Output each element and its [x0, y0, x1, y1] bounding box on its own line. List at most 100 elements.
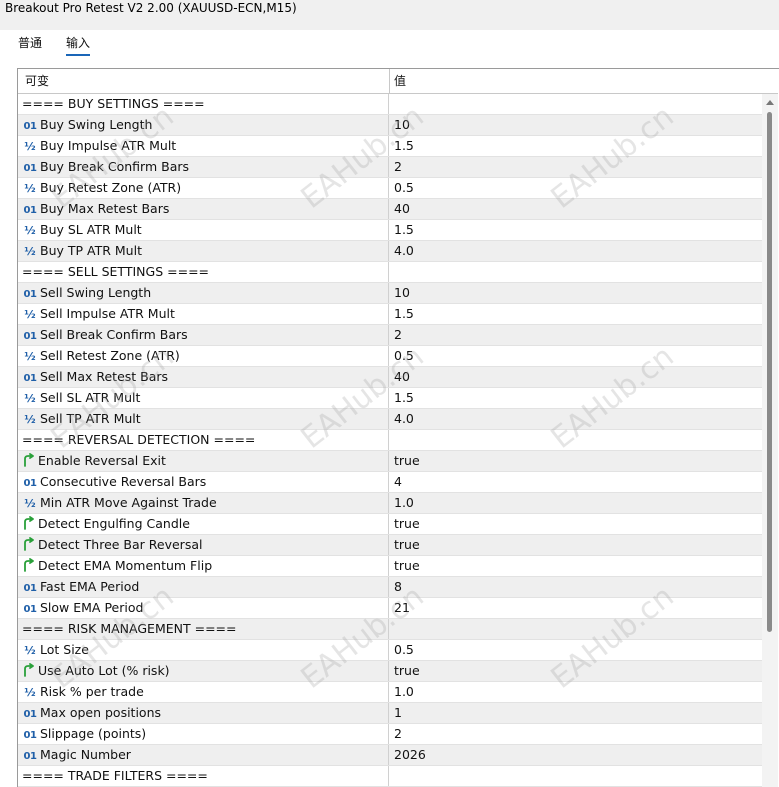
scrollbar-thumb[interactable]: [767, 112, 772, 632]
tab-inputs[interactable]: 输入: [66, 34, 91, 56]
param-value-cell[interactable]: true: [390, 451, 762, 471]
param-value-cell[interactable]: 1.5: [390, 220, 762, 240]
param-value-cell[interactable]: 2: [390, 724, 762, 744]
table-row[interactable]: ½ Sell Impulse ATR Mult 1.5: [18, 304, 762, 325]
section-row[interactable]: ==== TRADE FILTERS ====: [18, 766, 762, 787]
table-row[interactable]: Use Auto Lot (% risk) true: [18, 661, 762, 682]
table-row[interactable]: Detect Engulfing Candle true: [18, 514, 762, 535]
table-row[interactable]: ½ Buy Retest Zone (ATR) 0.5: [18, 178, 762, 199]
param-value-cell[interactable]: true: [390, 556, 762, 576]
column-header-value[interactable]: 值: [394, 69, 406, 93]
table-row[interactable]: Detect Three Bar Reversal true: [18, 535, 762, 556]
param-name-cell: ½ Sell SL ATR Mult: [18, 388, 389, 408]
table-row[interactable]: 01 Sell Max Retest Bars 40: [18, 367, 762, 388]
param-value-cell[interactable]: true: [390, 661, 762, 681]
param-value-cell[interactable]: 4.0: [390, 241, 762, 261]
param-value-cell[interactable]: 1.5: [390, 304, 762, 324]
param-value-cell[interactable]: 1.0: [390, 682, 762, 702]
param-label: Detect EMA Momentum Flip: [38, 558, 213, 573]
param-value-cell[interactable]: 0.5: [390, 178, 762, 198]
table-row[interactable]: ½ Buy Impulse ATR Mult 1.5: [18, 136, 762, 157]
integer-type-icon: 01: [23, 604, 37, 615]
param-label: Max open positions: [40, 705, 162, 720]
param-value-cell[interactable]: true: [390, 535, 762, 555]
param-value-cell[interactable]: 1.5: [390, 136, 762, 156]
column-divider[interactable]: [389, 69, 390, 93]
param-label: Buy Impulse ATR Mult: [40, 138, 177, 153]
section-row[interactable]: ==== SELL SETTINGS ====: [18, 262, 762, 283]
section-row[interactable]: ==== REVERSAL DETECTION ====: [18, 430, 762, 451]
section-row[interactable]: ==== RISK MANAGEMENT ====: [18, 619, 762, 640]
table-row[interactable]: ½ Risk % per trade 1.0: [18, 682, 762, 703]
param-value-cell[interactable]: 10: [390, 283, 762, 303]
param-value-cell[interactable]: 2: [390, 325, 762, 345]
table-row[interactable]: Enable Reversal Exit true: [18, 451, 762, 472]
param-name-cell: ==== SELL SETTINGS ====: [18, 262, 389, 282]
param-value-cell[interactable]: 4.0: [390, 409, 762, 429]
param-label: Risk % per trade: [40, 684, 144, 699]
param-value-cell[interactable]: 2026: [390, 745, 762, 765]
param-name-cell: ==== BUY SETTINGS ====: [18, 94, 389, 114]
table-row[interactable]: 01 Max open positions 1: [18, 703, 762, 724]
table-row[interactable]: ½ Sell Retest Zone (ATR) 0.5: [18, 346, 762, 367]
param-value-cell[interactable]: true: [390, 514, 762, 534]
param-value-cell[interactable]: 40: [390, 367, 762, 387]
integer-type-icon: 01: [23, 331, 37, 342]
table-row[interactable]: 01 Buy Swing Length 10: [18, 115, 762, 136]
param-label: Slow EMA Period: [40, 600, 144, 615]
param-value-cell: [390, 430, 762, 450]
section-label: ==== SELL SETTINGS ====: [22, 264, 210, 279]
table-row[interactable]: ½ Buy TP ATR Mult 4.0: [18, 241, 762, 262]
vertical-scrollbar[interactable]: [762, 94, 778, 787]
table-row[interactable]: Detect EMA Momentum Flip true: [18, 556, 762, 577]
tab-strip: 普通 输入: [0, 30, 779, 62]
param-label: Buy Max Retest Bars: [40, 201, 170, 216]
table-row[interactable]: ½ Buy SL ATR Mult 1.5: [18, 220, 762, 241]
param-label: Slippage (points): [40, 726, 147, 741]
integer-type-icon: 01: [23, 709, 37, 720]
table-row[interactable]: 01 Sell Break Confirm Bars 2: [18, 325, 762, 346]
table-row[interactable]: ½ Sell TP ATR Mult 4.0: [18, 409, 762, 430]
table-row[interactable]: 01 Fast EMA Period 8: [18, 577, 762, 598]
double-type-icon: ½: [24, 245, 36, 258]
table-row[interactable]: ½ Min ATR Move Against Trade 1.0: [18, 493, 762, 514]
grid-header: 可变 值: [18, 69, 778, 94]
table-row[interactable]: ½ Lot Size 0.5: [18, 640, 762, 661]
param-value-cell[interactable]: 0.5: [390, 346, 762, 366]
param-value-cell[interactable]: 1.5: [390, 388, 762, 408]
table-row[interactable]: 01 Buy Max Retest Bars 40: [18, 199, 762, 220]
double-type-icon: ½: [24, 224, 36, 237]
param-name-cell: ½ Buy TP ATR Mult: [18, 241, 389, 261]
param-name-cell: 01 Buy Max Retest Bars: [18, 199, 389, 219]
param-name-cell: 01 Slow EMA Period: [18, 598, 389, 618]
param-value-cell: [390, 262, 762, 282]
table-row[interactable]: 01 Consecutive Reversal Bars 4: [18, 472, 762, 493]
param-label: Lot Size: [40, 642, 89, 657]
column-header-variable[interactable]: 可变: [25, 69, 49, 93]
scroll-up-icon[interactable]: [766, 100, 774, 105]
table-row[interactable]: 01 Sell Swing Length 10: [18, 283, 762, 304]
param-value-cell[interactable]: 4: [390, 472, 762, 492]
double-type-icon: ½: [24, 308, 36, 321]
param-label: Sell Impulse ATR Mult: [40, 306, 175, 321]
param-label: Use Auto Lot (% risk): [38, 663, 170, 678]
param-name-cell: ½ Min ATR Move Against Trade: [18, 493, 389, 513]
table-row[interactable]: ½ Sell SL ATR Mult 1.5: [18, 388, 762, 409]
tab-common[interactable]: 普通: [18, 34, 42, 54]
param-value-cell[interactable]: 21: [390, 598, 762, 618]
table-row[interactable]: 01 Magic Number 2026: [18, 745, 762, 766]
param-value-cell[interactable]: 8: [390, 577, 762, 597]
param-value-cell[interactable]: 1.0: [390, 493, 762, 513]
param-value-cell[interactable]: 1: [390, 703, 762, 723]
param-name-cell: ==== RISK MANAGEMENT ====: [18, 619, 389, 639]
table-row[interactable]: 01 Buy Break Confirm Bars 2: [18, 157, 762, 178]
section-row[interactable]: ==== BUY SETTINGS ====: [18, 94, 762, 115]
param-value-cell[interactable]: 40: [390, 199, 762, 219]
integer-type-icon: 01: [23, 373, 37, 384]
table-row[interactable]: 01 Slippage (points) 2: [18, 724, 762, 745]
param-name-cell: 01 Buy Break Confirm Bars: [18, 157, 389, 177]
param-value-cell[interactable]: 2: [390, 157, 762, 177]
param-value-cell[interactable]: 0.5: [390, 640, 762, 660]
table-row[interactable]: 01 Slow EMA Period 21: [18, 598, 762, 619]
param-value-cell[interactable]: 10: [390, 115, 762, 135]
